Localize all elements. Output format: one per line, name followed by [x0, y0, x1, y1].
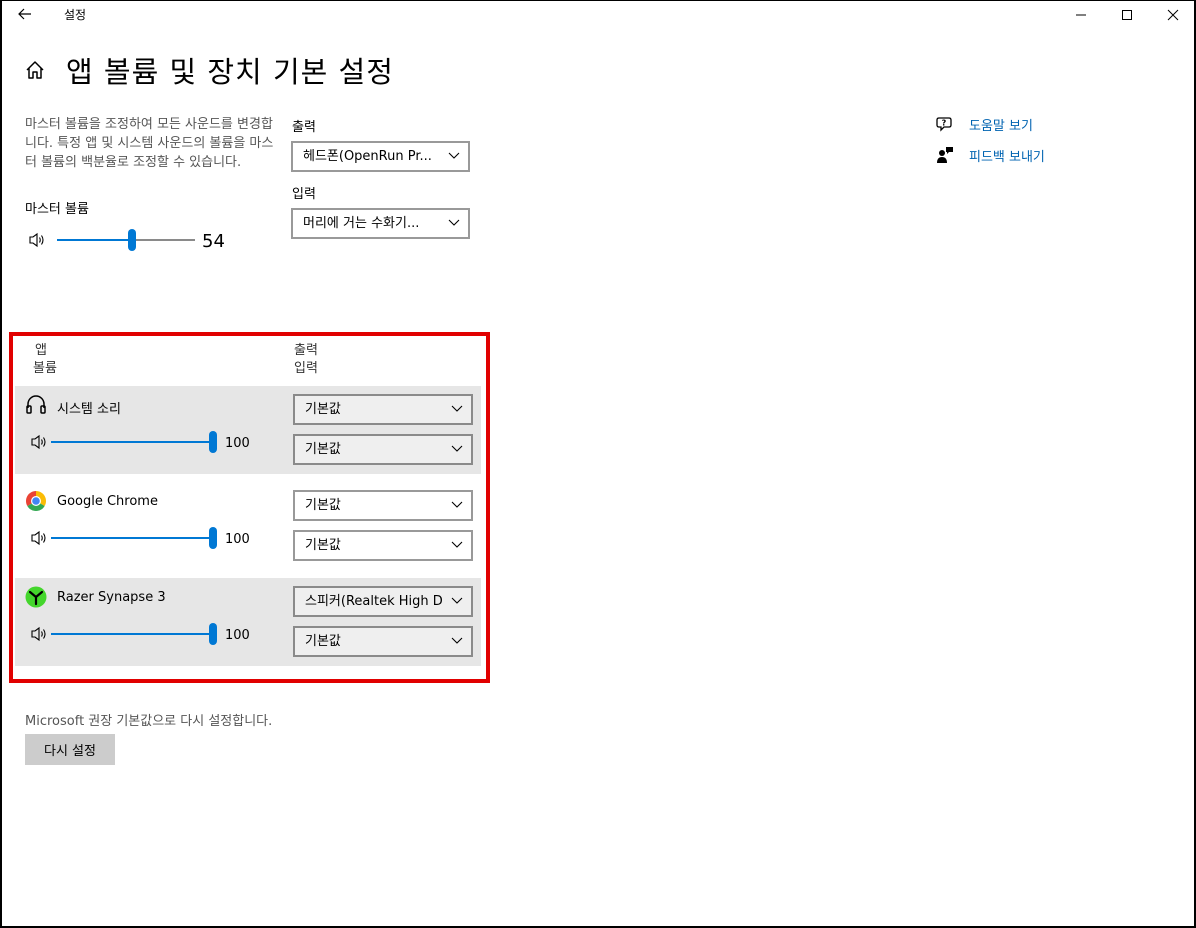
volume-column-header: 볼륨: [33, 361, 57, 376]
app-column-header: 앱: [35, 343, 47, 358]
app-volume-value: 100: [225, 628, 250, 643]
speaker-icon: [31, 434, 46, 450]
master-volume-label: 마스터 볼륨: [25, 202, 89, 217]
reset-button[interactable]: 다시 설정: [25, 734, 115, 765]
close-icon: [1167, 9, 1179, 21]
app-input-dropdown[interactable]: 기본값: [293, 530, 473, 561]
chrome-icon: [26, 491, 46, 511]
home-icon[interactable]: [24, 59, 46, 81]
get-help-link[interactable]: 도움말 보기: [969, 115, 1033, 134]
slider-thumb[interactable]: [127, 229, 136, 251]
back-button[interactable]: [10, 3, 40, 25]
reset-description: Microsoft 권장 기본값으로 다시 설정합니다.: [25, 714, 273, 729]
page-title: 앱 볼륨 및 장치 기본 설정: [66, 55, 394, 89]
chevron-down-icon: [451, 501, 463, 508]
input-device-value: 머리에 거는 수화기...: [303, 216, 420, 231]
slider-fill: [51, 441, 213, 443]
maximize-icon: [1122, 10, 1132, 20]
slider-thumb[interactable]: [209, 623, 217, 645]
chevron-down-icon: [448, 152, 460, 159]
chevron-down-icon: [451, 541, 463, 548]
output-device-value: 헤드폰(OpenRun Pr...: [303, 149, 432, 164]
feedback-icon[interactable]: [936, 146, 954, 164]
app-row-razer-synapse: Razer Synapse 3 100 스피커(Realtek High D 기…: [15, 578, 481, 666]
master-volume-value: 54: [202, 231, 225, 252]
speaker-icon: [29, 232, 44, 248]
app-output-value: 기본값: [305, 498, 341, 513]
settings-window: 설정 앱 볼륨 및 장치 기본 설정 마스터 볼륨을 조정하여 모든 사운드를 …: [0, 0, 1196, 928]
window-title: 설정: [64, 8, 87, 22]
app-row-system-sounds: 시스템 소리 100 기본값 기본값: [15, 386, 481, 474]
chevron-down-icon: [451, 597, 463, 604]
slider-fill: [51, 633, 213, 635]
chevron-down-icon: [451, 445, 463, 452]
app-volume-slider[interactable]: [51, 527, 217, 549]
app-output-value: 기본값: [305, 402, 341, 417]
speaker-icon: [31, 626, 46, 642]
slider-fill: [51, 537, 213, 539]
input-label: 입력: [292, 187, 316, 202]
app-volume-value: 100: [225, 532, 250, 547]
app-input-value: 기본값: [305, 442, 341, 457]
chevron-down-icon: [448, 219, 460, 226]
app-output-dropdown[interactable]: 기본값: [293, 394, 473, 425]
master-volume-description: 마스터 볼륨을 조정하여 모든 사운드를 변경합니다. 특정 앱 및 시스템 사…: [25, 117, 274, 170]
output-label: 출력: [292, 120, 316, 135]
headphones-icon: [26, 395, 46, 414]
input-device-dropdown[interactable]: 머리에 거는 수화기...: [291, 208, 470, 239]
app-name: Google Chrome: [57, 494, 158, 509]
app-output-dropdown[interactable]: 기본값: [293, 490, 473, 521]
output-device-dropdown[interactable]: 헤드폰(OpenRun Pr...: [291, 141, 470, 172]
app-output-value: 스피커(Realtek High D: [305, 594, 443, 609]
app-volume-slider[interactable]: [51, 623, 217, 645]
app-input-dropdown[interactable]: 기본값: [293, 626, 473, 657]
app-name: 시스템 소리: [57, 402, 121, 417]
svg-text:?: ?: [942, 119, 947, 128]
minimize-icon: [1076, 14, 1086, 16]
help-chat-icon[interactable]: ?: [936, 115, 954, 133]
chevron-down-icon: [451, 405, 463, 412]
app-input-dropdown[interactable]: 기본값: [293, 434, 473, 465]
chevron-down-icon: [451, 637, 463, 644]
speaker-icon: [31, 530, 46, 546]
app-volume-value: 100: [225, 436, 250, 451]
app-input-value: 기본값: [305, 538, 341, 553]
app-output-dropdown[interactable]: 스피커(Realtek High D: [293, 586, 473, 617]
slider-fill: [57, 239, 132, 241]
app-row-google-chrome: Google Chrome 100 기본값 기본값: [15, 482, 481, 570]
master-volume-slider[interactable]: [57, 229, 195, 251]
input-column-header: 입력: [294, 361, 318, 376]
app-input-value: 기본값: [305, 634, 341, 649]
output-column-header: 출력: [294, 343, 318, 358]
back-arrow-icon: [18, 8, 31, 20]
razer-icon: [25, 586, 47, 608]
send-feedback-link[interactable]: 피드백 보내기: [969, 146, 1045, 165]
maximize-button[interactable]: [1104, 1, 1150, 29]
close-button[interactable]: [1150, 1, 1196, 29]
minimize-button[interactable]: [1058, 1, 1104, 29]
app-name: Razer Synapse 3: [57, 590, 166, 605]
title-bar: 설정: [2, 1, 1194, 29]
slider-thumb[interactable]: [209, 431, 217, 453]
app-volume-slider[interactable]: [51, 431, 217, 453]
slider-thumb[interactable]: [209, 527, 217, 549]
